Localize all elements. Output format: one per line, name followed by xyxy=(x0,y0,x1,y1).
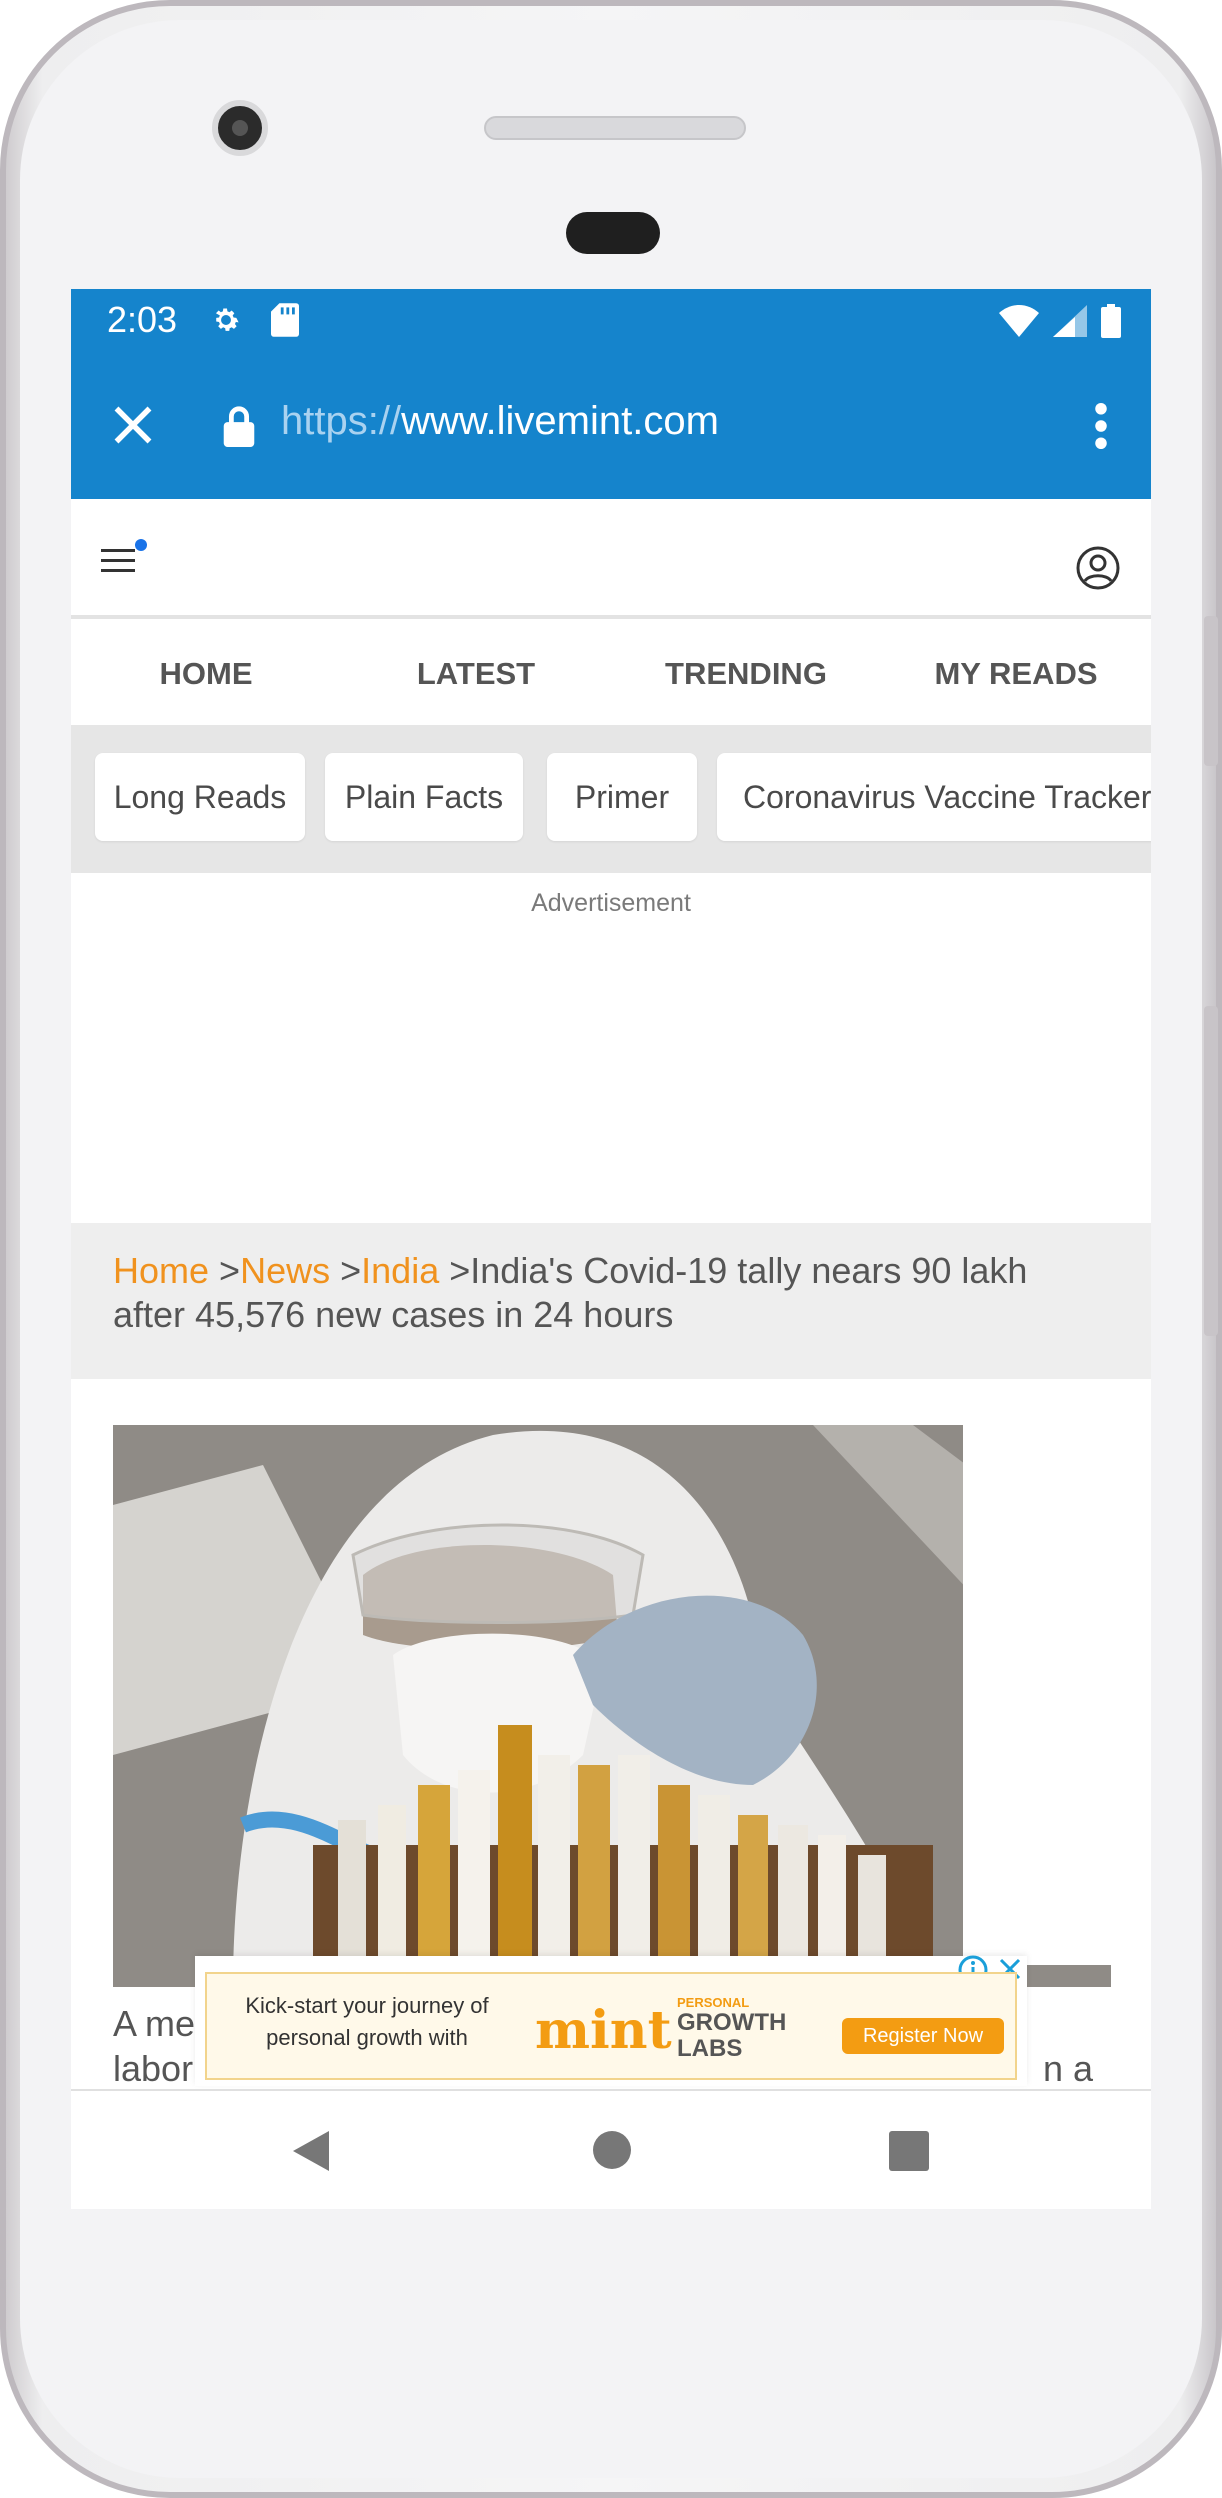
earpiece xyxy=(566,212,660,254)
status-bar: 2:03 xyxy=(71,289,1151,351)
battery-icon xyxy=(1101,304,1121,338)
signal-icon xyxy=(1053,305,1087,337)
power-button xyxy=(1204,1006,1218,1336)
mint-logo: mint xyxy=(535,2000,672,2061)
ad-label: Advertisement xyxy=(531,889,691,917)
ad-text: Kick-start your journey of personal grow… xyxy=(245,1993,489,2050)
breadcrumb-india[interactable]: India xyxy=(361,1250,439,1291)
logo-growth: GROWTH xyxy=(677,2009,787,2036)
settings-gear-icon xyxy=(215,308,239,331)
nav-trending[interactable]: TRENDING xyxy=(611,623,881,725)
breadcrumb-sep: > xyxy=(449,1250,471,1291)
volume-button xyxy=(1204,616,1218,766)
logo-personal: PERSONAL xyxy=(677,1995,750,2010)
sd-card-icon xyxy=(271,303,299,337)
site-header xyxy=(71,499,1151,619)
nav-latest[interactable]: LATEST xyxy=(341,623,611,725)
breadcrumb-sep: > xyxy=(340,1250,362,1291)
chip-coronavirus-vaccine-tracker[interactable]: Coronavirus Vaccine Tracker xyxy=(717,753,1151,841)
url-domain: www.livemint.com xyxy=(401,399,719,443)
topic-chips: Long Reads Plain Facts Primer Coronaviru… xyxy=(71,725,1151,873)
main-nav: HOME LATEST TRENDING MY READS xyxy=(71,623,1151,725)
status-time: 2:03 xyxy=(107,299,178,340)
breadcrumb-home[interactable]: Home xyxy=(113,1250,209,1291)
sticky-ad-banner[interactable]: Kick-start your journey of personal grow… xyxy=(195,1955,1027,2086)
ad-slot: Advertisement xyxy=(71,879,1151,1223)
home-icon[interactable] xyxy=(593,2131,631,2169)
breadcrumb: Home >News >India >India's Covid-19 tall… xyxy=(71,1223,1151,1379)
close-icon[interactable] xyxy=(111,403,155,447)
url-protocol: https:// xyxy=(281,399,402,443)
back-icon[interactable] xyxy=(289,2127,333,2175)
chip-primer[interactable]: Primer xyxy=(547,753,697,841)
account-icon[interactable] xyxy=(1075,545,1121,591)
chip-long-reads[interactable]: Long Reads xyxy=(95,753,305,841)
screen: 2:03 https://www.livemint.com HOME LATES… xyxy=(71,289,1151,2209)
chip-plain-facts[interactable]: Plain Facts xyxy=(325,753,523,841)
caption-line1-end: n a xyxy=(1042,2048,1093,2089)
wifi-icon xyxy=(999,305,1039,337)
article-hero-image[interactable] xyxy=(113,1425,1111,1987)
menu-icon[interactable] xyxy=(101,539,149,579)
front-camera xyxy=(212,100,268,156)
more-vert-icon[interactable] xyxy=(1095,403,1107,449)
breadcrumb-sep: > xyxy=(219,1250,241,1291)
recent-apps-icon[interactable] xyxy=(889,2131,929,2171)
lab-worker-photo xyxy=(113,1425,1111,1987)
status-icons xyxy=(999,301,1121,341)
lock-icon xyxy=(223,406,255,447)
logo-labs: LABS xyxy=(677,2035,743,2062)
ad-creative: Kick-start your journey of personal grow… xyxy=(205,1972,1017,2080)
register-now-button[interactable]: Register Now xyxy=(842,2018,1004,2054)
breadcrumb-news[interactable]: News xyxy=(240,1250,330,1291)
browser-toolbar: https://www.livemint.com xyxy=(71,351,1151,499)
growth-labs-logo: PERSONAL GROWTH LABS xyxy=(677,1996,786,2062)
phone-frame: 2:03 https://www.livemint.com HOME LATES… xyxy=(0,0,1222,2498)
speaker-grille xyxy=(484,116,746,140)
url-text[interactable]: https://www.livemint.com xyxy=(281,399,719,444)
system-nav-bar xyxy=(71,2089,1151,2209)
nav-home[interactable]: HOME xyxy=(71,623,341,725)
nav-my-reads[interactable]: MY READS xyxy=(881,623,1151,725)
